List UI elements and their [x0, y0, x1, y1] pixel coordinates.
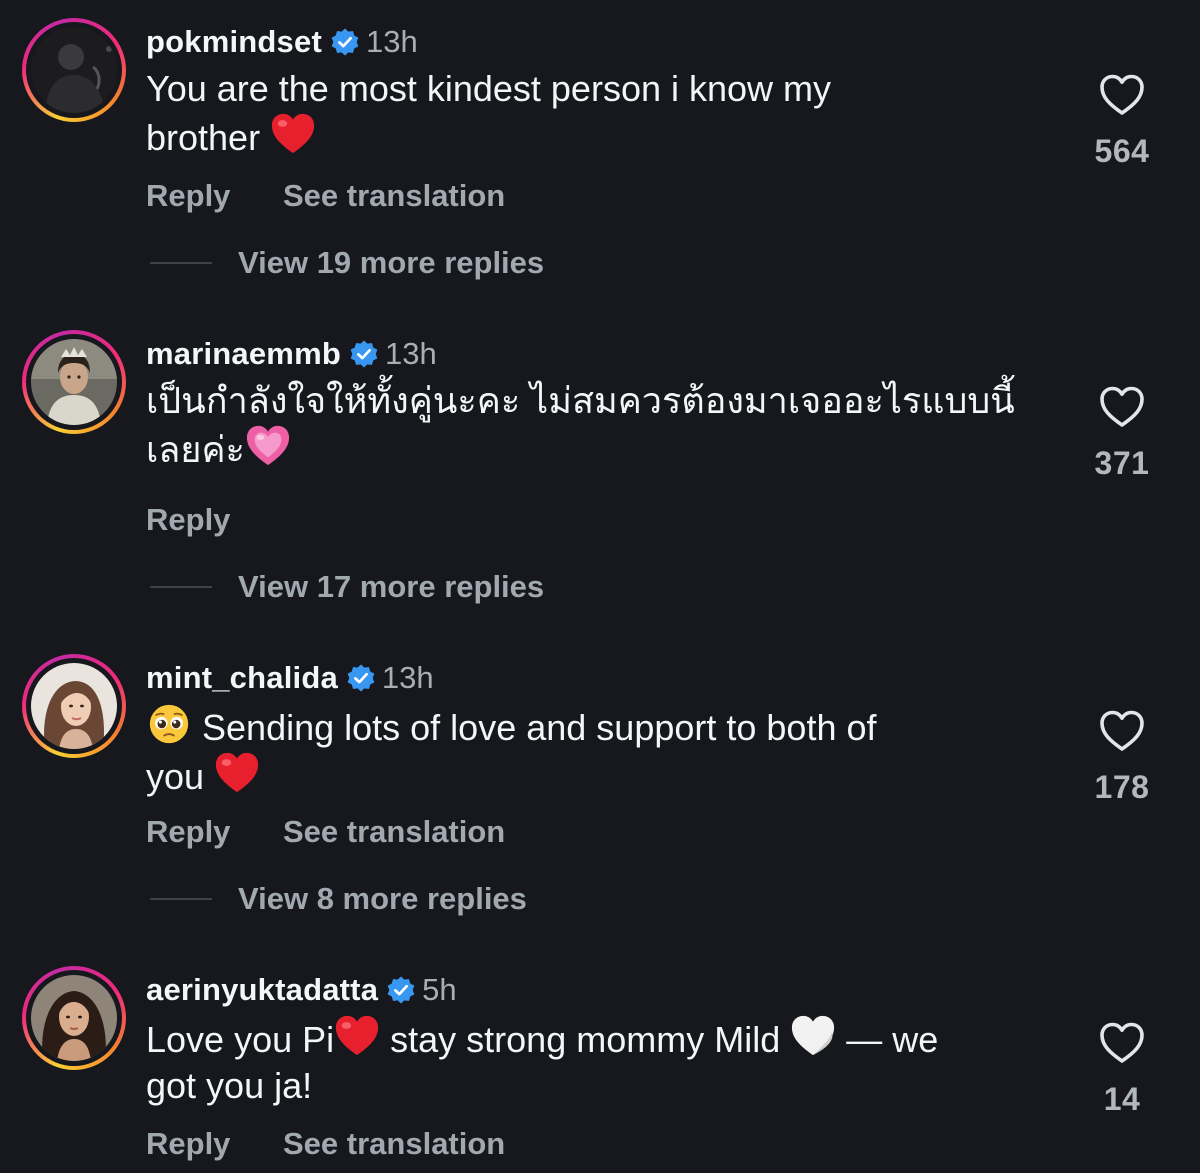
comment-line-1-text-b: stay strong mommy Mild: [390, 1019, 781, 1060]
verified-badge-icon: [386, 975, 416, 1005]
username[interactable]: aerinyuktadatta: [146, 972, 378, 1008]
see-translation-button[interactable]: See translation: [283, 1126, 505, 1162]
comment-line-1: You are the most kindest person i know m…: [146, 68, 832, 109]
comment-line-1-text: Sending lots of love and support to both…: [202, 707, 877, 748]
like-count: 14: [1103, 1081, 1141, 1117]
comment-line-1: เป็นกำลังใจให้ทั้งคู่นะคะ ไม่สมควรต้องมา…: [146, 380, 1015, 421]
comment-text: Sending lots of love and support to both…: [146, 702, 1046, 800]
comment-line-2-text: เลยค่ะ: [146, 429, 245, 470]
red-heart-emoji-icon: [270, 112, 316, 156]
story-ring[interactable]: [22, 18, 126, 122]
comment-line-1: Love you Pi stay strong mommy Mild — we: [146, 1014, 1046, 1063]
verified-badge-icon: [330, 27, 360, 57]
reply-button[interactable]: Reply: [146, 502, 283, 538]
see-translation-button[interactable]: See translation: [283, 178, 505, 214]
story-ring[interactable]: [22, 654, 126, 758]
comment-line-2-text: you: [146, 756, 205, 797]
like-section: 371: [1085, 385, 1159, 482]
comment-line-1-text-a: Love you Pi: [146, 1019, 335, 1060]
verified-badge-icon: [349, 339, 379, 369]
view-more-replies-label: View 19 more replies: [238, 245, 545, 280]
comment-text: You are the most kindest person i know m…: [146, 66, 1046, 161]
comment-line-2: you: [146, 751, 1046, 800]
avatar[interactable]: [31, 663, 117, 749]
comment-line-2: got you ja!: [146, 1065, 313, 1106]
timestamp: 13h: [365, 24, 418, 59]
heart-outline-icon[interactable]: [1098, 709, 1146, 753]
timestamp: 13h: [384, 336, 437, 371]
view-more-replies-button[interactable]: View 19 more replies: [150, 243, 544, 283]
divider-line: [150, 898, 212, 900]
view-more-replies-label: View 8 more replies: [238, 881, 527, 916]
comment-line-2-text: brother: [146, 117, 261, 158]
pleading-face-emoji-icon: [146, 702, 192, 746]
view-more-replies-button[interactable]: View 17 more replies: [150, 567, 544, 607]
story-ring[interactable]: [22, 330, 126, 434]
reply-button[interactable]: Reply: [146, 1126, 283, 1162]
timestamp: 5h: [422, 972, 457, 1007]
avatar[interactable]: [31, 339, 117, 425]
comment-line-1: Sending lots of love and support to both…: [146, 702, 1046, 751]
like-section: 178: [1085, 709, 1159, 806]
see-translation-button[interactable]: See translation: [283, 814, 505, 850]
view-more-replies-label: View 17 more replies: [238, 569, 545, 604]
comment-line-2: เลยค่ะ: [146, 424, 1046, 473]
reply-button[interactable]: Reply: [146, 178, 283, 214]
comment-line-1-text-c: — we: [846, 1019, 939, 1060]
username[interactable]: pokmindset: [146, 24, 322, 60]
heart-outline-icon[interactable]: [1098, 73, 1146, 117]
pink-heart-emoji-icon: [245, 424, 291, 468]
comment-line-2: brother: [146, 112, 1046, 161]
avatar[interactable]: [31, 975, 117, 1061]
username[interactable]: marinaemmb: [146, 336, 341, 372]
view-more-replies-button[interactable]: View 8 more replies: [150, 879, 527, 919]
heart-outline-icon[interactable]: [1098, 1021, 1146, 1065]
divider-line: [150, 586, 212, 588]
divider-line: [150, 262, 212, 264]
white-heart-emoji-icon: [790, 1014, 836, 1058]
story-ring[interactable]: [22, 966, 126, 1070]
comment-text: Love you Pi stay strong mommy Mild — we …: [146, 1014, 1046, 1109]
timestamp: 13h: [381, 660, 434, 695]
heart-outline-icon[interactable]: [1098, 385, 1146, 429]
avatar[interactable]: [31, 27, 117, 113]
username[interactable]: mint_chalida: [146, 660, 338, 696]
red-heart-emoji-icon: [214, 751, 260, 795]
like-section: 564: [1085, 73, 1159, 170]
red-heart-emoji-icon: [334, 1014, 380, 1058]
comment-text: เป็นกำลังใจให้ทั้งคู่นะคะ ไม่สมควรต้องมา…: [146, 378, 1046, 473]
like-section: 14: [1085, 1021, 1159, 1118]
like-count: 564: [1094, 133, 1150, 169]
reply-button[interactable]: Reply: [146, 814, 283, 850]
verified-badge-icon: [346, 663, 376, 693]
like-count: 371: [1094, 445, 1150, 481]
like-count: 178: [1094, 769, 1150, 805]
